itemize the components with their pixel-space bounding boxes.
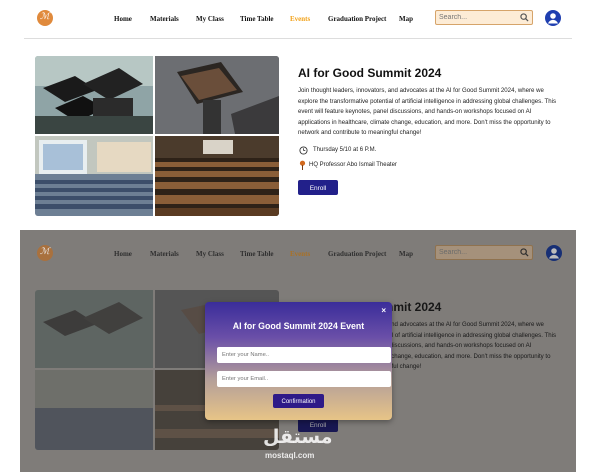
search-box — [435, 10, 533, 25]
nav-link-events[interactable]: Events — [290, 15, 310, 23]
nav-divider — [24, 38, 572, 39]
name-input[interactable] — [217, 347, 391, 363]
event-datetime: Thursday 5/10 at 6 P.M. — [313, 147, 377, 153]
email-input[interactable] — [217, 371, 391, 387]
nav-link-graduation-project[interactable]: Graduation Project — [328, 15, 386, 23]
event-image-collage — [35, 56, 279, 216]
logo[interactable]: ℳ — [37, 10, 53, 26]
nav-link-home[interactable]: Home — [114, 15, 132, 23]
enroll-button[interactable]: Enroll — [298, 180, 338, 195]
nav-link-my-class[interactable]: My Class — [196, 15, 224, 23]
event-photo — [35, 56, 279, 216]
watermark-arabic: مستقل — [263, 426, 333, 448]
nav-link-time-table[interactable]: Time Table — [240, 15, 274, 23]
location-pin-icon — [299, 160, 306, 170]
navbar: ℳ Home Materials My Class Time Table Eve… — [0, 0, 601, 38]
nav-link-map[interactable]: Map — [399, 15, 413, 23]
enroll-modal: × AI for Good Summit 2024 Event Confirma… — [205, 302, 392, 420]
watermark-latin: mostaql.com — [265, 451, 315, 460]
modal-title: AI for Good Summit 2024 Event — [232, 321, 365, 331]
user-avatar-icon[interactable] — [545, 10, 561, 26]
search-input[interactable] — [439, 12, 519, 23]
modal-state-panel: ℳ Home Materials My Class Time Table Eve… — [20, 230, 576, 472]
event-location: HQ Professor Abo Ismail Theater — [309, 162, 397, 168]
nav-link-materials[interactable]: Materials — [150, 15, 179, 23]
clock-icon — [299, 146, 308, 155]
confirm-button[interactable]: Confirmation — [273, 394, 324, 408]
search-icon[interactable] — [520, 13, 529, 22]
event-title: AI for Good Summit 2024 — [298, 66, 442, 80]
event-description: Join thought leaders, innovators, and ad… — [298, 87, 557, 137]
close-icon[interactable]: × — [381, 306, 386, 315]
